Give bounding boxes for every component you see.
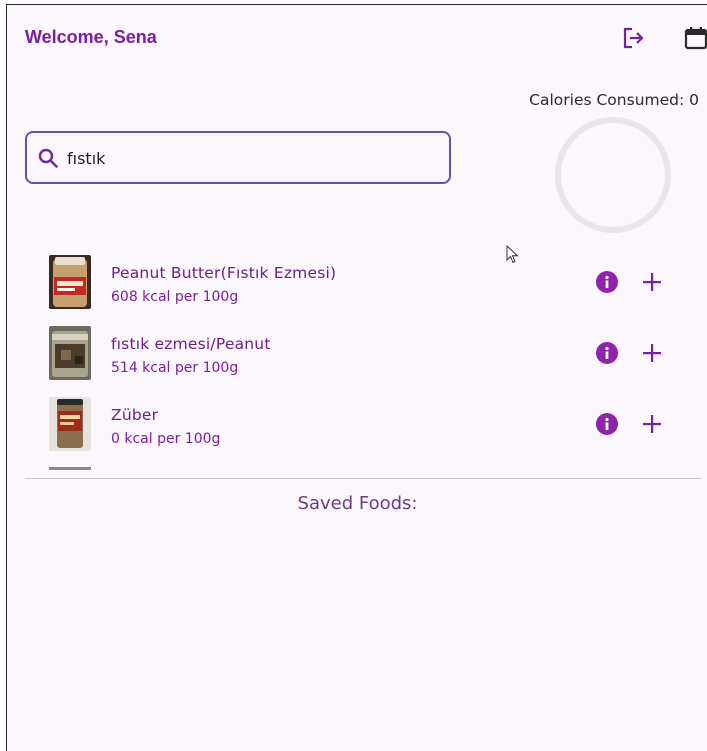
- plus-icon: [643, 415, 661, 433]
- calorie-progress-ring: [555, 117, 671, 233]
- food-name: Züber: [111, 406, 159, 424]
- welcome-title: Welcome, Sena: [25, 27, 157, 47]
- food-thumbnail: [49, 255, 91, 309]
- calendar-icon: [684, 27, 707, 50]
- food-thumbnail: [49, 397, 91, 451]
- calories-consumed-label: Calories Consumed: 0: [529, 91, 699, 109]
- section-divider: [25, 478, 701, 479]
- saved-foods-title: Saved Foods:: [297, 493, 418, 514]
- food-thumbnail: [49, 326, 91, 380]
- logout-icon: [623, 27, 644, 49]
- search-input[interactable]: [67, 145, 437, 171]
- add-food-button[interactable]: [640, 270, 664, 294]
- food-list-item[interactable]: Züber 0 kcal per 100g: [25, 393, 697, 464]
- food-info-button[interactable]: [596, 342, 618, 364]
- food-calories: 514 kcal per 100g: [111, 360, 239, 376]
- calendar-button[interactable]: [683, 25, 707, 51]
- food-calories: 0 kcal per 100g: [111, 431, 221, 447]
- plus-icon: [643, 273, 661, 291]
- logout-button[interactable]: [621, 25, 647, 51]
- food-list-item[interactable]: fıstık ezmesi/Peanut 514 kcal per 100g: [25, 322, 697, 393]
- info-icon: [605, 417, 609, 430]
- food-calories: 608 kcal per 100g: [111, 289, 239, 305]
- search-field[interactable]: [25, 131, 451, 184]
- app-screen: Welcome, Sena Calories Consumed: 0 fıstı…: [6, 4, 707, 751]
- food-list-item[interactable]: Peanut Butter(Fıstık Ezmesi) 608 kcal pe…: [25, 251, 697, 322]
- search-icon: [38, 148, 58, 168]
- add-food-button[interactable]: [640, 341, 664, 365]
- info-icon: [605, 275, 609, 288]
- plus-icon: [643, 344, 661, 362]
- food-name: fıstık ezmesi/Peanut: [111, 335, 271, 353]
- food-info-button[interactable]: [596, 271, 618, 293]
- add-food-button[interactable]: [640, 412, 664, 436]
- food-info-button[interactable]: [596, 413, 618, 435]
- food-search-results: Peanut Butter(Fıstık Ezmesi) 608 kcal pe…: [25, 251, 697, 464]
- next-item-thumbnail-edge: [49, 467, 91, 470]
- food-name: Peanut Butter(Fıstık Ezmesi): [111, 264, 337, 282]
- info-icon: [605, 346, 609, 359]
